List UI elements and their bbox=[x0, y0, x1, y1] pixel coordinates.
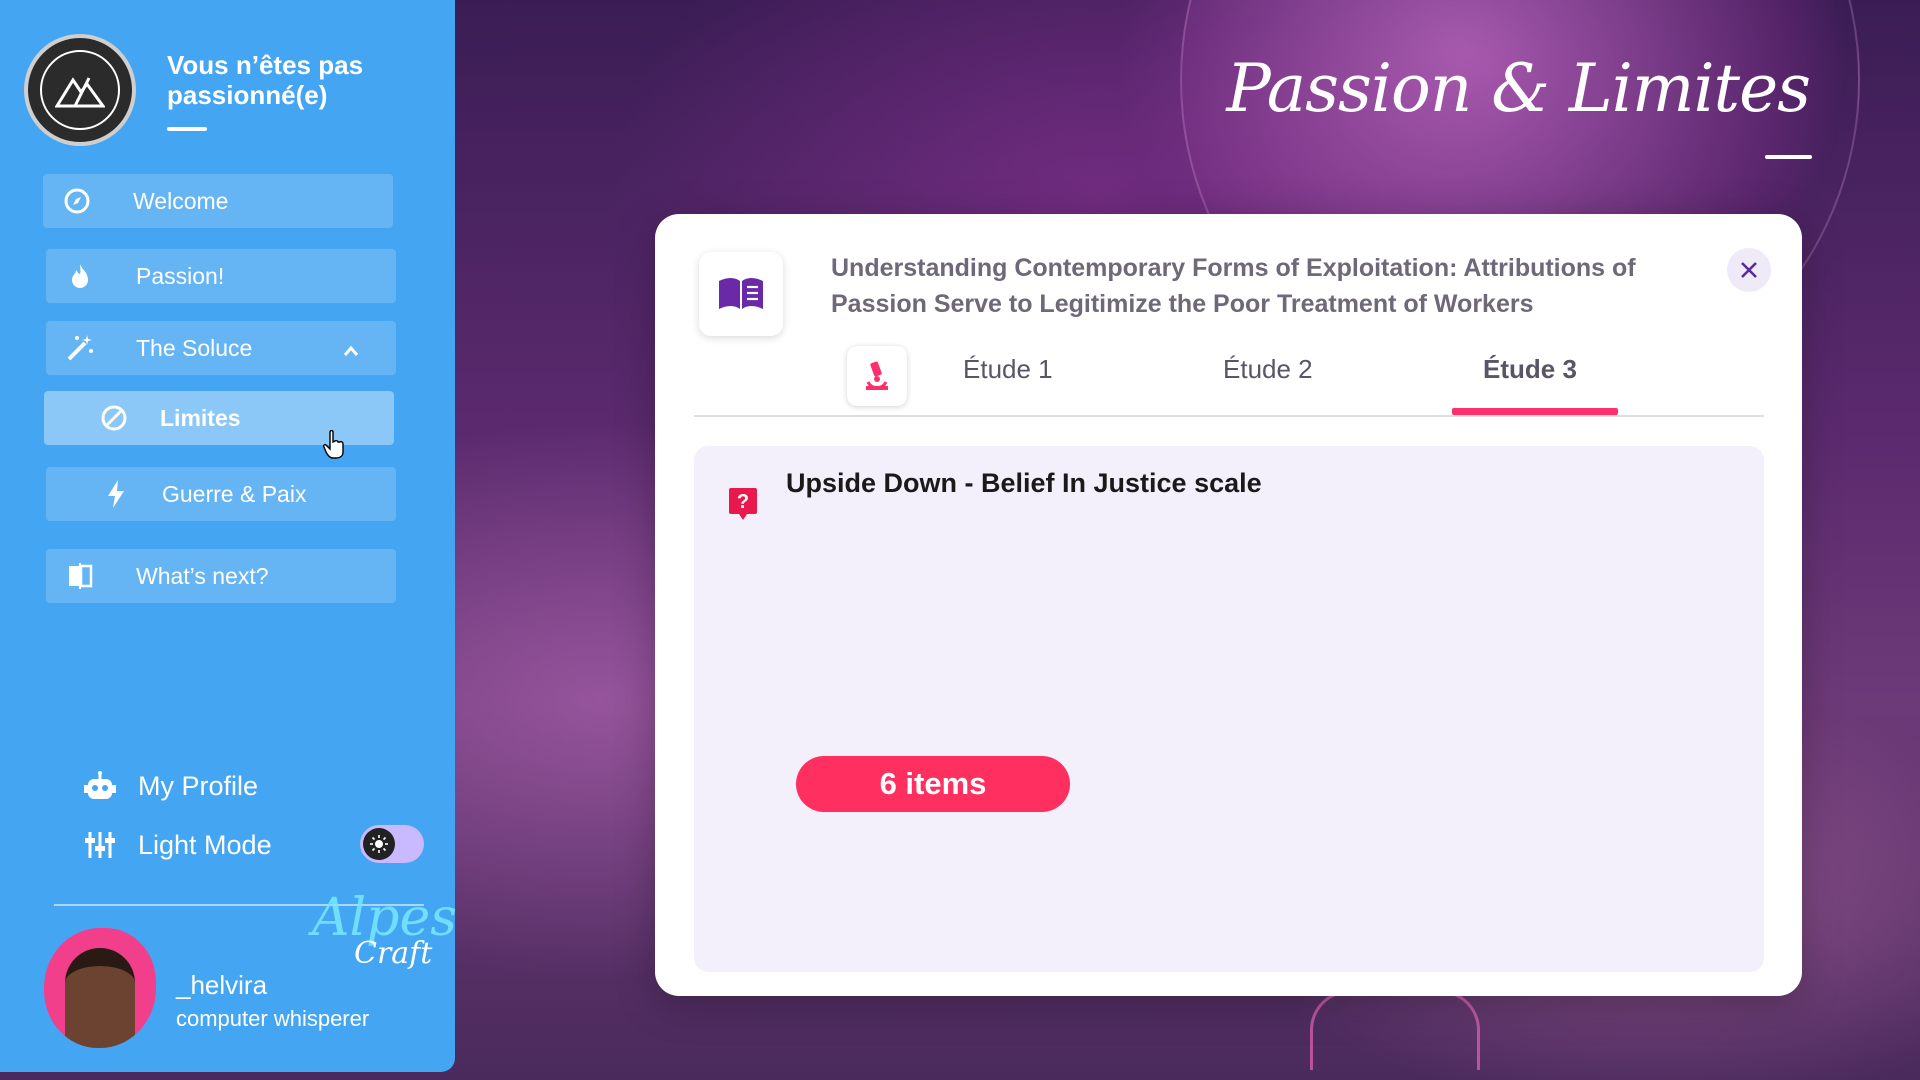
sliders-icon bbox=[82, 830, 118, 860]
tab-etude-3[interactable]: Étude 3 bbox=[1483, 354, 1577, 394]
study-modal: Understanding Contemporary Forms of Expl… bbox=[655, 214, 1802, 996]
sidebar-item-guerre-paix[interactable]: Guerre & Paix bbox=[46, 467, 396, 521]
tabs-divider bbox=[694, 415, 1764, 417]
brand-title: Vous n’êtes pas passionné(e) bbox=[167, 50, 364, 110]
chevron-up-icon[interactable] bbox=[342, 337, 360, 364]
sidebar-item-whats-next[interactable]: What’s next? bbox=[46, 549, 396, 603]
compare-icon bbox=[50, 562, 110, 590]
page-title: Passion & Limites bbox=[1226, 50, 1811, 127]
items-count-badge[interactable]: 6 items bbox=[796, 756, 1070, 812]
sidebar-item-label: Guerre & Paix bbox=[162, 480, 307, 507]
hand-cursor-icon bbox=[322, 429, 346, 465]
sidebar-item-label: Welcome bbox=[133, 187, 229, 214]
question-icon: ? bbox=[728, 486, 758, 527]
user-role: computer whisperer bbox=[176, 1006, 370, 1031]
brand-underline bbox=[167, 127, 207, 131]
close-icon bbox=[1741, 262, 1757, 278]
magic-wand-icon bbox=[50, 333, 110, 363]
avatar[interactable] bbox=[44, 928, 156, 1048]
modal-title: Understanding Contemporary Forms of Expl… bbox=[831, 254, 1636, 318]
light-mode-toggle[interactable] bbox=[360, 825, 424, 863]
my-profile-label: My Profile bbox=[138, 770, 259, 801]
bolt-icon bbox=[86, 479, 146, 509]
alpes-craft-signature: Alpes Craft bbox=[312, 888, 457, 971]
user-name: _helvira bbox=[176, 970, 268, 1000]
sidebar-item-label: The Soluce bbox=[136, 334, 253, 361]
study-panel: ? Upside Down - Belief In Justice scale … bbox=[694, 446, 1764, 972]
sidebar-item-label: What’s next? bbox=[136, 562, 269, 589]
sidebar: Vous n’êtes pas passionné(e) Welcome Pas… bbox=[0, 0, 457, 1072]
tab-etude-2[interactable]: Étude 2 bbox=[1223, 354, 1313, 394]
sun-icon bbox=[363, 828, 395, 860]
svg-text:?: ? bbox=[737, 491, 749, 513]
flame-icon bbox=[50, 262, 110, 290]
scale-title: Upside Down - Belief In Justice scale bbox=[786, 468, 1262, 498]
sidebar-item-passion[interactable]: Passion! bbox=[46, 249, 396, 303]
microscope-icon bbox=[847, 346, 907, 406]
user-photo bbox=[65, 948, 135, 1048]
sidebar-item-the-soluce[interactable]: The Soluce bbox=[46, 321, 396, 375]
light-mode-label: Light Mode bbox=[138, 829, 272, 860]
alpescraft-logo[interactable] bbox=[24, 34, 136, 146]
title-underline bbox=[1765, 155, 1812, 159]
sidebar-item-label: Limites bbox=[160, 404, 241, 431]
close-button[interactable] bbox=[1727, 248, 1771, 292]
robot-icon bbox=[82, 771, 118, 801]
sidebar-item-label: Passion! bbox=[136, 262, 225, 289]
sidebar-item-welcome[interactable]: Welcome bbox=[43, 174, 393, 228]
mountain-icon bbox=[40, 50, 120, 130]
light-mode-row: Light Mode bbox=[82, 825, 272, 865]
active-tab-indicator bbox=[1452, 408, 1618, 415]
compass-icon bbox=[47, 187, 107, 215]
ban-icon bbox=[84, 404, 144, 432]
book-icon bbox=[699, 252, 783, 336]
neon-sign-decoration bbox=[1310, 990, 1480, 1070]
tab-etude-1[interactable]: Étude 1 bbox=[963, 354, 1053, 394]
my-profile-link[interactable]: My Profile bbox=[82, 766, 258, 806]
